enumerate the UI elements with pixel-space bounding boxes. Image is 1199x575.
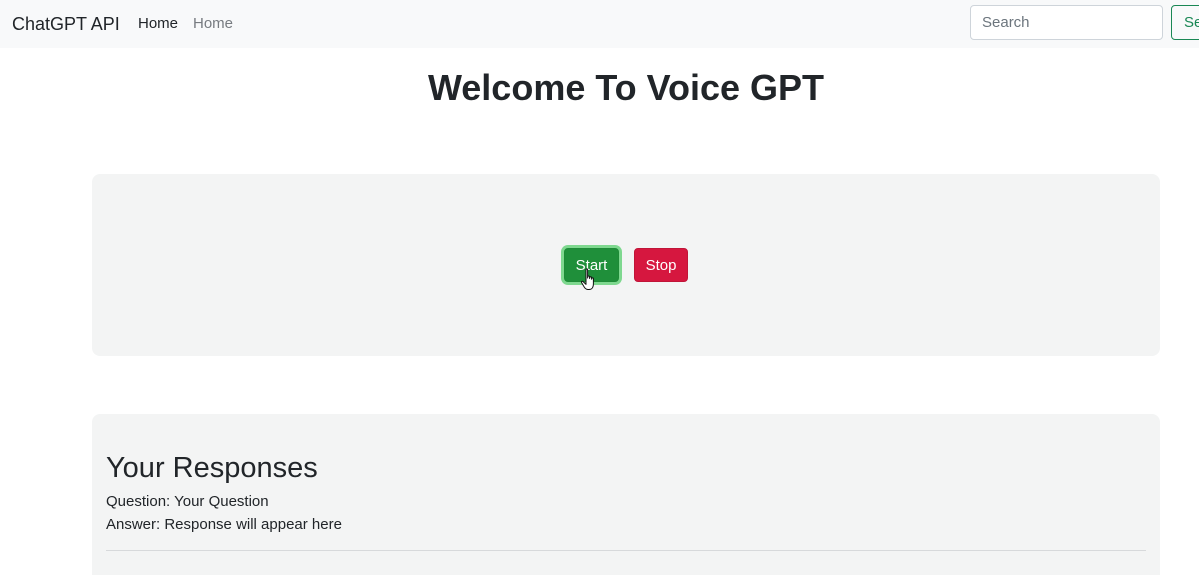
stop-button[interactable]: Stop: [634, 248, 688, 282]
navbar-brand[interactable]: ChatGPT API: [12, 12, 120, 36]
nav-link-home-secondary[interactable]: Home: [193, 14, 233, 34]
search-input[interactable]: [970, 5, 1163, 40]
voice-control-panel: Start Stop: [92, 174, 1160, 356]
hand-pointer-icon: [580, 268, 594, 290]
page-title: Welcome To Voice GPT: [427, 67, 825, 108]
navbar: ChatGPT API Home Home Search: [0, 0, 1199, 48]
responses-panel: Your Responses Question: Your Question A…: [92, 414, 1160, 575]
responses-title: Your Responses: [106, 452, 318, 484]
nav-link-home[interactable]: Home: [138, 14, 178, 34]
question-text: Question: Your Question: [106, 493, 269, 510]
search-button[interactable]: Search: [1171, 5, 1199, 40]
answer-text: Answer: Response will appear here: [106, 516, 342, 533]
divider: [106, 550, 1146, 551]
